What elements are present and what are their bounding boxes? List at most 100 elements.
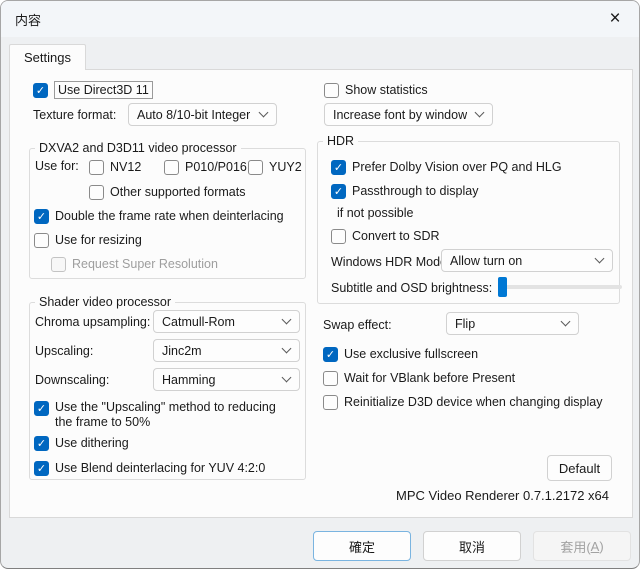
checkbox-label: Show statistics <box>345 83 428 97</box>
other-formats-checkbox[interactable]: Other supported formats <box>89 183 245 201</box>
checkbox-label: Convert to SDR <box>352 229 440 243</box>
show-statistics-checkbox[interactable]: Show statistics <box>324 81 428 99</box>
group-title: DXVA2 and D3D11 video processor <box>35 141 241 155</box>
default-button[interactable]: Default <box>547 455 612 481</box>
selected-value: Flip <box>455 317 475 331</box>
checkbox[interactable] <box>34 209 49 224</box>
downscaling-select[interactable]: Hamming <box>153 368 300 391</box>
checkbox[interactable] <box>34 233 49 248</box>
nv12-checkbox[interactable]: NV12 <box>89 158 141 176</box>
checkbox-label: Request Super Resolution <box>72 257 218 271</box>
convert-to-sdr-checkbox[interactable]: Convert to SDR <box>331 227 440 245</box>
checkbox-label: Use for resizing <box>55 233 142 247</box>
cancel-button[interactable]: 取消 <box>423 531 521 561</box>
checkbox-label: Reinitialize D3D device when changing di… <box>344 395 602 409</box>
statistics-font-select[interactable]: Increase font by window <box>324 103 493 126</box>
checkbox-label: Use Direct3D 11 <box>54 81 153 99</box>
checkbox-label: Wait for VBlank before Present <box>344 371 515 385</box>
osd-brightness-slider[interactable] <box>498 277 622 297</box>
chevron-down-icon <box>282 344 292 354</box>
tab-settings[interactable]: Settings <box>9 44 86 70</box>
slider-track[interactable] <box>498 285 622 289</box>
renderer-version-text: MPC Video Renderer 0.7.1.2172 x64 <box>396 488 609 503</box>
group-title: HDR <box>323 134 358 148</box>
checkbox-label: Double the frame rate when deinterlacing <box>55 209 284 223</box>
downscaling-label: Downscaling: <box>35 373 109 387</box>
chroma-upsampling-select[interactable]: Catmull-Rom <box>153 310 300 333</box>
button-label-suffix: ) <box>599 539 603 554</box>
upscaling-select[interactable]: Jinc2m <box>153 339 300 362</box>
window-title: 内容 <box>15 10 41 29</box>
button-accesskey: A <box>591 539 600 554</box>
checkbox-label: NV12 <box>110 160 141 174</box>
use-direct3d11-checkbox[interactable]: Use Direct3D 11 <box>33 81 153 99</box>
p010-checkbox[interactable]: P010/P016 <box>164 158 247 176</box>
windows-hdr-mode-select[interactable]: Allow turn on <box>441 249 613 272</box>
chevron-down-icon <box>282 315 292 325</box>
group-title: Shader video processor <box>35 295 175 309</box>
checkbox[interactable] <box>331 184 346 199</box>
button-label: Default <box>559 461 600 476</box>
checkbox[interactable] <box>33 83 48 98</box>
checkbox[interactable] <box>248 160 263 175</box>
checkbox[interactable] <box>89 185 104 200</box>
chevron-down-icon <box>475 108 485 118</box>
texture-format-select[interactable]: Auto 8/10-bit Integer <box>128 103 277 126</box>
checkbox[interactable] <box>89 160 104 175</box>
button-label: 確定 <box>349 537 375 556</box>
selected-value: Increase font by window <box>333 108 467 122</box>
button-label: 取消 <box>459 537 485 556</box>
upscaling-half-frame-checkbox[interactable]: Use the "Upscaling" method to reducing t… <box>34 400 294 430</box>
checkbox[interactable] <box>331 160 346 175</box>
yuy2-checkbox[interactable]: YUY2 <box>248 158 302 176</box>
chroma-upsampling-label: Chroma upsampling: <box>35 315 150 329</box>
ok-button[interactable]: 確定 <box>313 531 411 561</box>
close-icon[interactable]: × <box>599 5 631 33</box>
tab-label: Settings <box>24 50 71 65</box>
windows-hdr-mode-label: Windows HDR Mode: <box>331 255 450 269</box>
use-dithering-checkbox[interactable]: Use dithering <box>34 434 129 452</box>
slider-thumb[interactable] <box>498 277 507 297</box>
passthrough-to-display-checkbox[interactable]: Passthrough to display <box>331 182 478 200</box>
swap-effect-label: Swap effect: <box>323 318 392 332</box>
checkbox[interactable] <box>331 229 346 244</box>
checkbox[interactable] <box>324 83 339 98</box>
swap-effect-select[interactable]: Flip <box>446 312 579 335</box>
selected-value: Jinc2m <box>162 344 202 358</box>
selected-value: Catmull-Rom <box>162 315 235 329</box>
apply-button: 套用(A) <box>533 531 631 561</box>
prefer-dolby-vision-checkbox[interactable]: Prefer Dolby Vision over PQ and HLG <box>331 158 562 176</box>
checkbox-label: YUY2 <box>269 160 302 174</box>
double-frame-rate-checkbox[interactable]: Double the frame rate when deinterlacing <box>34 207 284 225</box>
checkbox[interactable] <box>323 347 338 362</box>
checkbox[interactable] <box>34 436 49 451</box>
checkbox[interactable] <box>323 395 338 410</box>
texture-format-label: Texture format: <box>33 108 116 122</box>
osd-brightness-label: Subtitle and OSD brightness: <box>331 281 492 295</box>
checkbox[interactable] <box>323 371 338 386</box>
checkbox[interactable] <box>164 160 179 175</box>
checkbox-label: Passthrough to display <box>352 184 478 198</box>
settings-dialog: 内容 × Settings Use Direct3D 11 Texture fo… <box>0 0 640 569</box>
blend-deinterlacing-checkbox[interactable]: Use Blend deinterlacing for YUV 4:2:0 <box>34 459 265 477</box>
use-for-label: Use for: <box>35 159 79 173</box>
upscaling-label: Upscaling: <box>35 344 93 358</box>
checkbox-label: Other supported formats <box>110 185 245 199</box>
chevron-down-icon <box>595 254 605 264</box>
checkbox[interactable] <box>34 401 49 416</box>
checkbox-label: Use dithering <box>55 436 129 450</box>
button-label-prefix: 套用( <box>560 537 590 556</box>
wait-vblank-checkbox[interactable]: Wait for VBlank before Present <box>323 369 515 387</box>
selected-value: Hamming <box>162 373 216 387</box>
request-super-resolution-checkbox: Request Super Resolution <box>51 255 218 273</box>
checkbox-label: P010/P016 <box>185 160 247 174</box>
checkbox[interactable] <box>34 461 49 476</box>
use-for-resizing-checkbox[interactable]: Use for resizing <box>34 231 142 249</box>
checkbox <box>51 257 66 272</box>
chevron-down-icon <box>561 317 571 327</box>
selected-value: Auto 8/10-bit Integer <box>137 108 250 122</box>
chevron-down-icon <box>259 108 269 118</box>
exclusive-fullscreen-checkbox[interactable]: Use exclusive fullscreen <box>323 345 478 363</box>
titlebar: 内容 × <box>1 1 639 37</box>
reinitialize-d3d-checkbox[interactable]: Reinitialize D3D device when changing di… <box>323 393 602 411</box>
